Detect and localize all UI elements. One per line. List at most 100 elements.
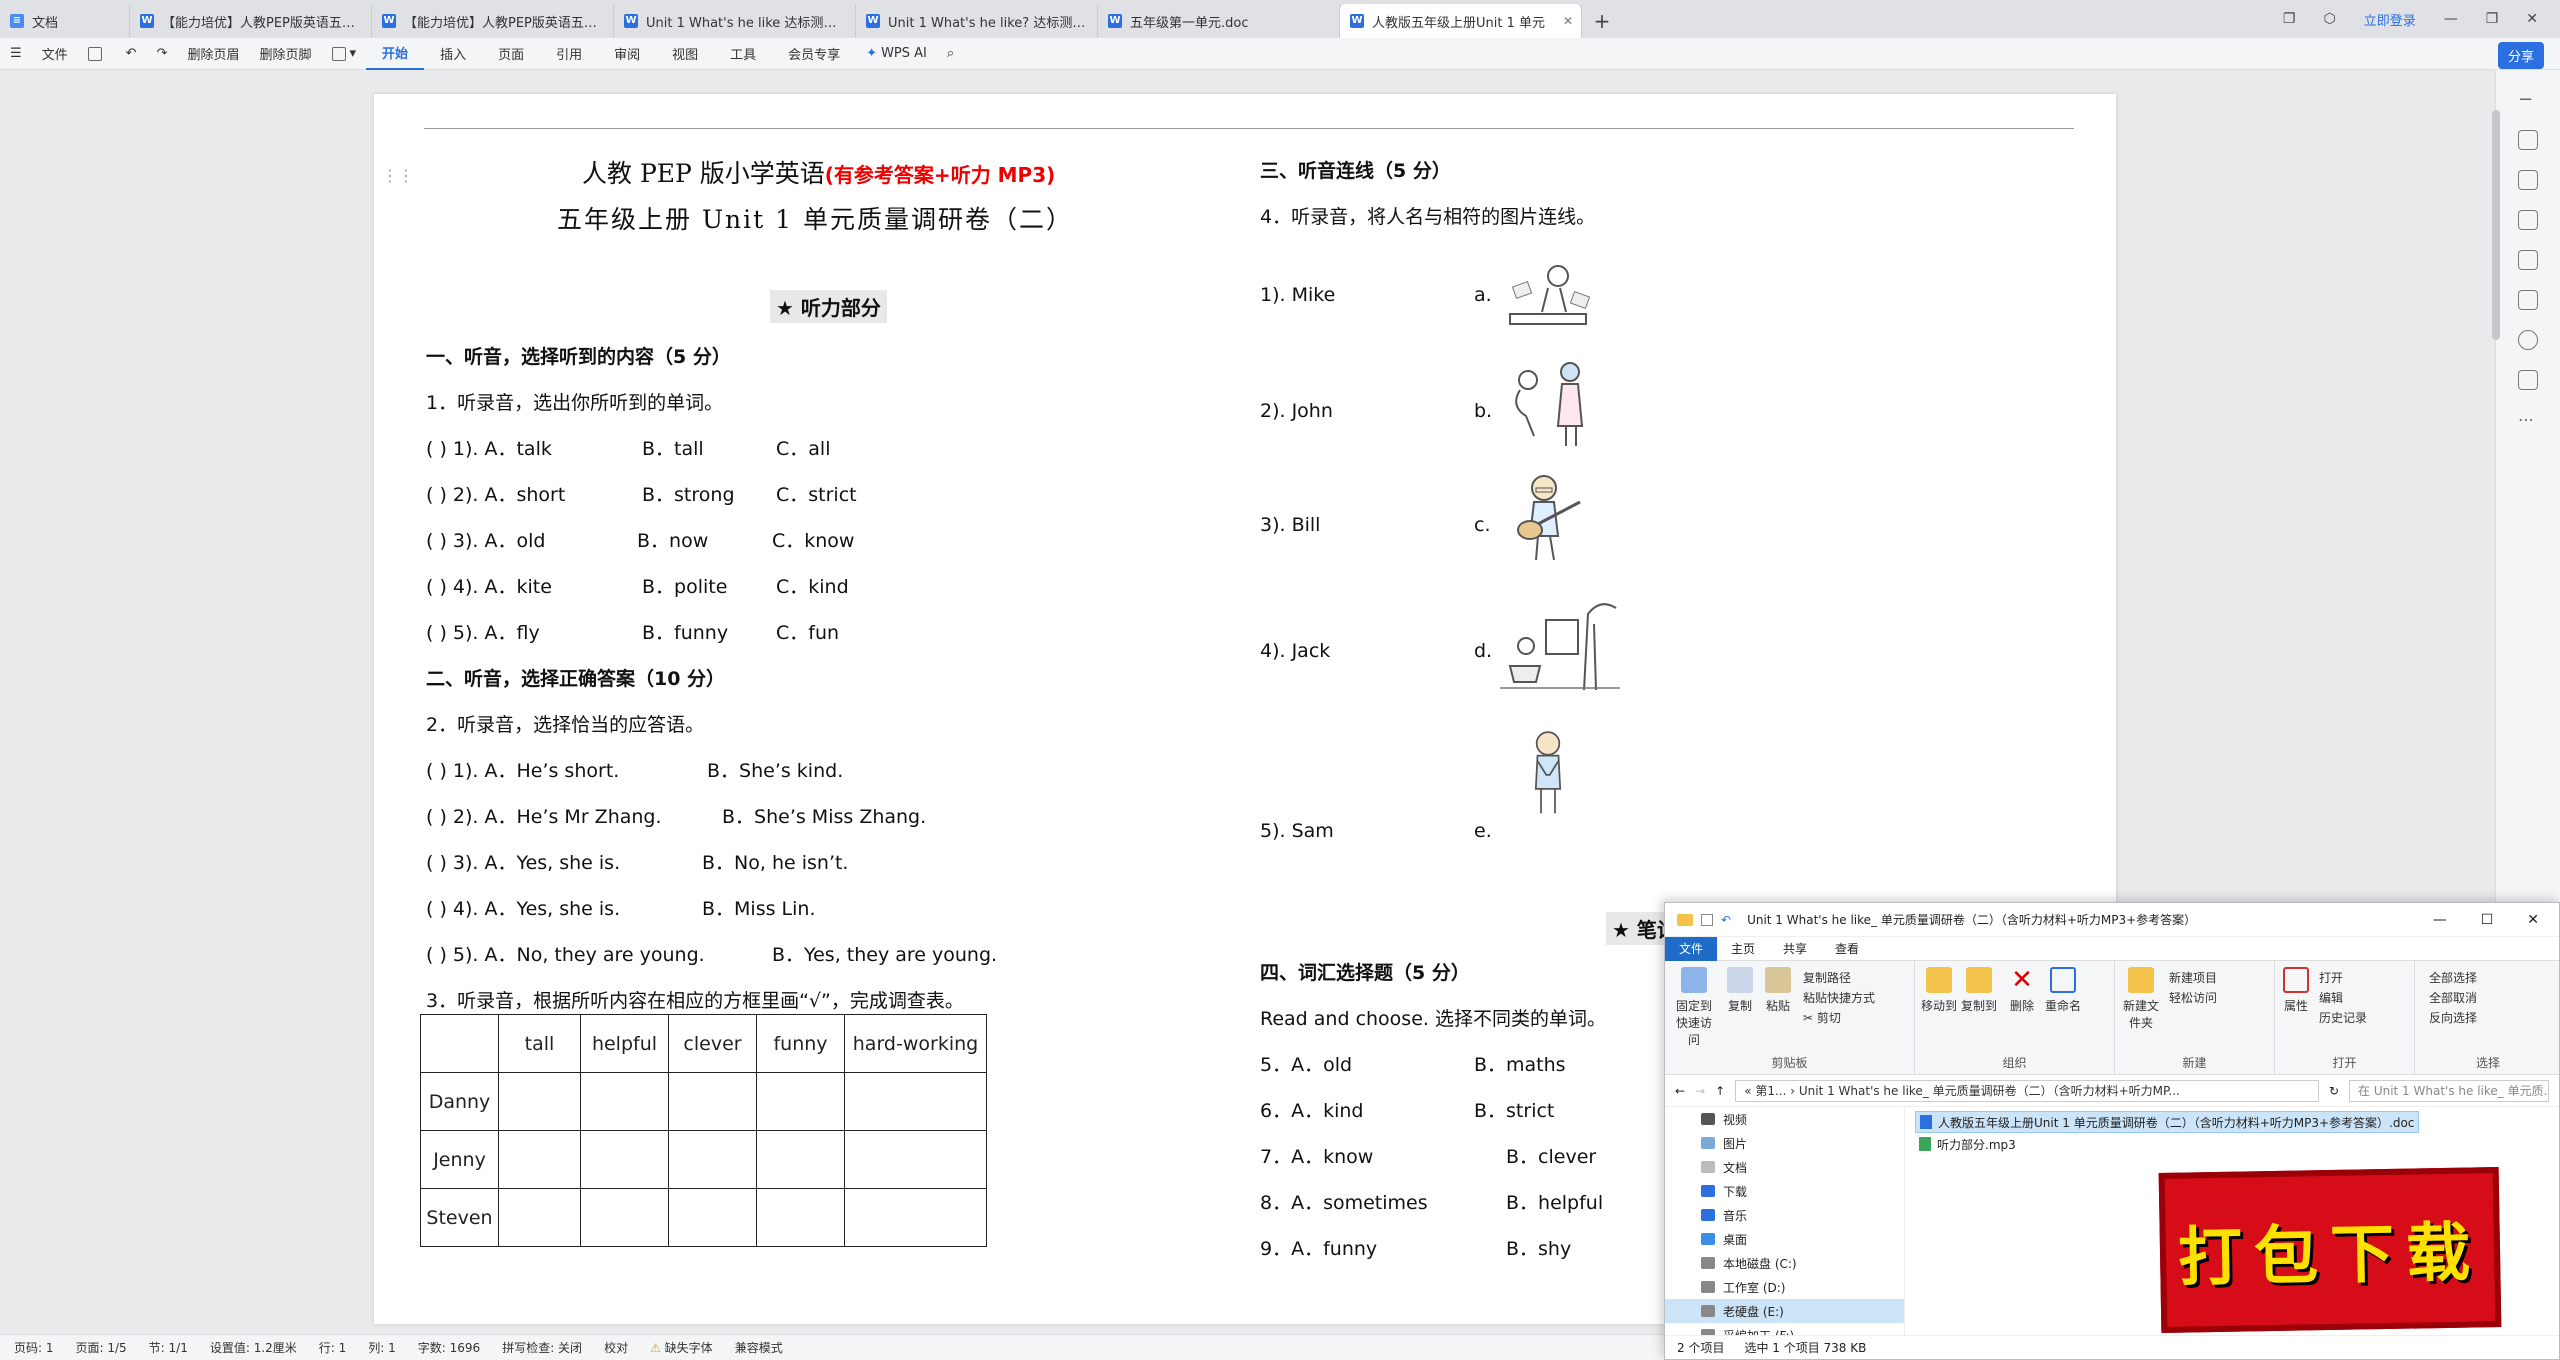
undo-icon[interactable]: ↶ (116, 38, 147, 70)
paste-shortcut-button[interactable]: 粘贴快捷方式 (1803, 989, 1875, 1006)
login-button[interactable]: 立即登录 (2364, 10, 2416, 29)
menu-tools[interactable]: 工具 (714, 38, 772, 70)
list-item[interactable]: 人教版五年级上册Unit 1 单元质量调研卷（二）（含听力材料+听力MP3+参考… (1915, 1111, 2420, 1133)
status-spellcheck[interactable]: 拼写检查: 关闭 (502, 1339, 582, 1356)
tab-docs[interactable]: ≡ 文档 (0, 4, 130, 38)
adjust-icon[interactable] (2518, 210, 2538, 230)
nav-item-videos[interactable]: 视频 (1665, 1107, 1904, 1131)
delete-footer-button[interactable]: 删除页脚 (250, 38, 322, 70)
more-icon[interactable]: ⋯ (2518, 410, 2538, 430)
ribbon-tab-share[interactable]: 共享 (1769, 937, 1821, 961)
new-item-button[interactable]: 新建项目 (2169, 969, 2217, 986)
status-line[interactable]: 行: 1 (319, 1339, 347, 1356)
tab-doc-3[interactable]: W Unit 1 What's he like 达标测试卷 (614, 4, 856, 38)
edit-button[interactable]: 编辑 (2319, 989, 2343, 1006)
status-pages[interactable]: 页面: 1/5 (76, 1339, 127, 1356)
select-none-button[interactable]: 全部取消 (2429, 989, 2477, 1006)
history-button[interactable]: 历史记录 (2319, 1009, 2367, 1026)
rename-button[interactable]: 重命名 (2043, 967, 2083, 1014)
help-icon[interactable] (2518, 330, 2538, 350)
status-column[interactable]: 列: 1 (368, 1339, 396, 1356)
copy-path-button[interactable]: 复制路径 (1803, 969, 1851, 986)
vertical-scrollbar[interactable] (2492, 110, 2500, 340)
status-missing-fonts[interactable]: ⚠ 缺失字体 (650, 1339, 713, 1356)
status-wordcount[interactable]: 字数: 1696 (418, 1339, 480, 1356)
status-page[interactable]: 页码: 1 (14, 1339, 54, 1356)
minimize-icon[interactable]: — (2444, 11, 2458, 27)
search-icon[interactable]: ⌕ (937, 38, 964, 70)
cursor-icon[interactable] (2518, 170, 2538, 190)
redo-icon[interactable]: ↷ (147, 38, 178, 70)
window-mode-icon[interactable]: ❐ (2283, 11, 2296, 27)
minus-icon[interactable]: − (2518, 90, 2538, 110)
nav-item-desktop[interactable]: 桌面 (1665, 1227, 1904, 1251)
up-icon[interactable]: ↑ (1715, 1084, 1725, 1098)
status-compat[interactable]: 兼容模式 (735, 1339, 783, 1356)
cut-button[interactable]: ✂ 剪切 (1803, 1009, 1841, 1026)
paste-button[interactable]: 粘贴 (1763, 967, 1793, 1014)
drag-handle-icon[interactable]: ⋮⋮ (382, 166, 414, 185)
restore-icon[interactable]: ❐ (2486, 11, 2499, 27)
menu-home[interactable]: 开始 (366, 38, 425, 70)
copy-to-button[interactable]: 复制到 (1961, 967, 1997, 1014)
open-button[interactable]: 打开 (2319, 969, 2343, 986)
hamburger-icon[interactable]: ☰ (0, 38, 32, 70)
forward-icon[interactable]: → (1695, 1084, 1705, 1098)
nav-item-documents[interactable]: 文档 (1665, 1155, 1904, 1179)
search-input[interactable]: 在 Unit 1 What's he like_ 单元质... (2349, 1079, 2549, 1102)
tab-doc-5[interactable]: W 五年级第一单元.doc (1098, 4, 1340, 38)
tab-doc-4[interactable]: W Unit 1 What's he like? 达标测试卷 (856, 4, 1098, 38)
status-section[interactable]: 节: 1/1 (149, 1339, 188, 1356)
copy-button[interactable]: 复制 (1725, 967, 1755, 1014)
address-bar[interactable]: « 第1... › Unit 1 What's he like_ 单元质量调研卷… (1735, 1079, 2319, 1102)
nav-item-drive-e[interactable]: 老硬盘 (E:) (1665, 1299, 1904, 1323)
delete-header-button[interactable]: 删除页眉 (177, 38, 249, 70)
nav-item-drive-c[interactable]: 本地磁盘 (C:) (1665, 1251, 1904, 1275)
status-proofread[interactable]: 校对 (604, 1339, 628, 1356)
menu-reference[interactable]: 引用 (540, 38, 598, 70)
nav-item-drive-d[interactable]: 工作室 (D:) (1665, 1275, 1904, 1299)
new-folder-button[interactable]: 新建文件夹 (2121, 967, 2161, 1031)
minimize-icon[interactable]: — (2433, 912, 2447, 928)
nav-item-pictures[interactable]: 图片 (1665, 1131, 1904, 1155)
share-sidebar-icon[interactable] (2518, 370, 2538, 390)
undo-icon[interactable]: ↶ (1721, 913, 1731, 927)
menu-view[interactable]: 视图 (656, 38, 714, 70)
ribbon-tab-file[interactable]: 文件 (1665, 936, 1718, 961)
new-tab-button[interactable]: + (1582, 4, 1622, 38)
save-icon[interactable] (78, 38, 116, 70)
close-window-icon[interactable]: ✕ (2527, 912, 2539, 928)
template-icon[interactable] (2518, 250, 2538, 270)
nav-item-downloads[interactable]: 下载 (1665, 1179, 1904, 1203)
tab-doc-1[interactable]: W 【能力培优】人教PEP版英语五年级上 (130, 4, 372, 38)
tools-icon[interactable] (2518, 290, 2538, 310)
select-all-button[interactable]: 全部选择 (2429, 969, 2477, 986)
close-tab-icon[interactable]: ✕ (1563, 14, 1573, 28)
easy-access-button[interactable]: 轻松访问 (2169, 989, 2217, 1006)
menu-member[interactable]: 会员专享 (772, 38, 856, 70)
invert-selection-button[interactable]: 反向选择 (2429, 1009, 2477, 1026)
share-button[interactable]: 分享 (2497, 42, 2544, 69)
tab-doc-active[interactable]: W 人教版五年级上册Unit 1 单元 ✕ (1340, 4, 1582, 38)
tab-doc-2[interactable]: W 【能力培优】人教PEP版英语五年级上 (372, 4, 614, 38)
maximize-icon[interactable]: ☐ (2481, 912, 2494, 928)
layout-icon[interactable]: ▾ (322, 38, 367, 70)
status-setting[interactable]: 设置值: 1.2厘米 (210, 1339, 297, 1356)
quick-save-icon[interactable] (1701, 913, 1713, 926)
ribbon-tab-view[interactable]: 查看 (1821, 937, 1873, 961)
wps-ai-button[interactable]: ✦ WPS AI (856, 38, 937, 70)
ribbon-tab-home[interactable]: 主页 (1717, 937, 1769, 961)
file-menu[interactable]: 文件 (32, 38, 78, 70)
download-banner[interactable]: 打包下载 (2158, 1167, 2502, 1333)
menu-page[interactable]: 页面 (482, 38, 540, 70)
pin-button[interactable]: 固定到快速访问 (1671, 967, 1717, 1048)
refresh-icon[interactable]: ↻ (2329, 1084, 2339, 1098)
move-to-button[interactable]: 移动到 (1921, 967, 1957, 1014)
properties-button[interactable]: 属性 (2281, 967, 2311, 1014)
menu-insert[interactable]: 插入 (424, 38, 482, 70)
close-window-icon[interactable]: ✕ (2526, 11, 2538, 27)
nav-item-music[interactable]: 音乐 (1665, 1203, 1904, 1227)
pen-icon[interactable] (2518, 130, 2538, 150)
cube-icon[interactable]: ⬡ (2323, 11, 2335, 27)
back-icon[interactable]: ← (1675, 1084, 1685, 1098)
